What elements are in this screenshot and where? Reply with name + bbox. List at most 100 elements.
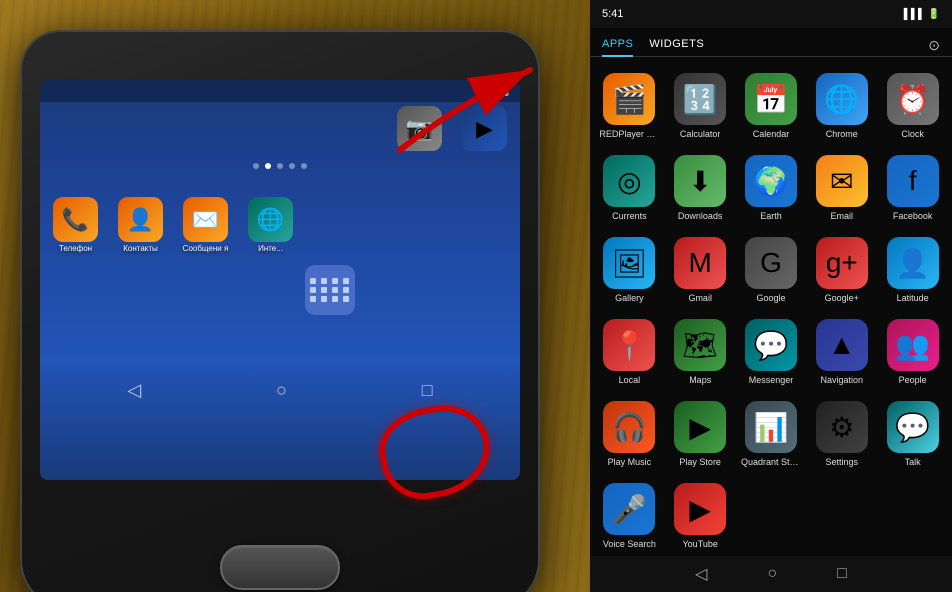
camera-icon: 📷: [397, 106, 442, 151]
app-icon-12: G: [745, 237, 797, 289]
app-item-navigation[interactable]: ▲ Navigation: [806, 311, 877, 393]
contacts-app[interactable]: 👤 Контакты: [113, 197, 168, 253]
app-item-google[interactable]: GGoogle: [736, 229, 807, 311]
app-icon-6: ⬇: [674, 155, 726, 207]
app-item-gallery[interactable]: 🖼 Gallery: [594, 229, 665, 311]
app-item-messenger[interactable]: 💬Messenger: [736, 311, 807, 393]
battery-icon: 🔋: [500, 86, 512, 97]
home-button[interactable]: ○: [276, 380, 287, 401]
app-item-youtube[interactable]: ▶YouTube: [665, 475, 736, 557]
page-dots: [40, 163, 520, 169]
messages-app[interactable]: ✉️ Сообщени я: [178, 197, 233, 253]
tab-widgets[interactable]: WIDGETS: [649, 34, 704, 56]
app-icon-18: ▲: [816, 319, 868, 371]
phone-label: Телефон: [59, 244, 92, 253]
internet-app[interactable]: 🌐 Инте...: [243, 197, 298, 253]
tablet-status-icons: ▐▐▐ 🔋: [900, 9, 940, 20]
app-icon-0: 🎬: [603, 73, 655, 125]
app-item-email[interactable]: ✉Email: [806, 147, 877, 229]
video-icon: ▶: [462, 106, 507, 151]
app-item-google+[interactable]: g+ Google+: [806, 229, 877, 311]
back-button[interactable]: ◁: [127, 380, 141, 401]
app-label-0: REDPlayer FREE: [599, 129, 659, 139]
app-icon-10: 🖼: [603, 237, 655, 289]
app-icon-4: ⏰: [887, 73, 939, 125]
app-item-play-music[interactable]: 🎧 Play Music: [594, 393, 665, 475]
app-icon-1: 🔢: [674, 73, 726, 125]
app-item-quadrant-standard[interactable]: 📊Quadrant Standard: [736, 393, 807, 475]
grid-dot: [332, 296, 338, 302]
app-label-9: Facebook: [893, 211, 933, 221]
app-item-latitude[interactable]: 👤Latitude: [877, 229, 948, 311]
tab-apps[interactable]: APPS: [602, 34, 633, 56]
apps-grid: 🎬 REDPlayer FREE 🔢 Calculator 📅 Calendar 🌐 Chro…: [590, 57, 952, 565]
right-panel: 5:41 ▐▐▐ 🔋 APPS WIDGETS ⊙ 🎬REDPlayer FRE…: [590, 0, 952, 592]
app-label-3: Chrome: [826, 129, 858, 139]
app-icon-3: 🌐: [816, 73, 868, 125]
app-item-talk[interactable]: 💬Talk: [877, 393, 948, 475]
app-item-clock[interactable]: ⏰ Clock: [877, 65, 948, 147]
app-label-15: Local: [619, 375, 641, 385]
app-item-local[interactable]: 📍Local: [594, 311, 665, 393]
grid-dot: [321, 296, 327, 302]
app-icon-13: g+: [816, 237, 868, 289]
app-label-23: Settings: [826, 457, 859, 467]
app-icon-2: 📅: [745, 73, 797, 125]
dot-3: [277, 163, 283, 169]
app-item-maps[interactable]: 🗺Maps: [665, 311, 736, 393]
messages-label: Сообщени я: [183, 244, 229, 253]
app-item-redplayer-free[interactable]: 🎬 REDPlayer FREE: [594, 65, 665, 147]
menu-button[interactable]: □: [422, 380, 433, 401]
app-label-7: Earth: [760, 211, 782, 221]
battery-icon: 🔋: [928, 9, 940, 20]
phone-nav-bar: ◁ ○ □: [60, 370, 500, 410]
app-drawer-button[interactable]: [305, 265, 355, 315]
app-label-1: Calculator: [680, 129, 721, 139]
tablet-nav-bar: ◁ ○ □: [590, 556, 952, 592]
app-item-settings[interactable]: ⚙Settings: [806, 393, 877, 475]
app-label-13: Google+: [825, 293, 859, 303]
grid-dot: [310, 296, 316, 302]
app-label-8: Email: [831, 211, 854, 221]
app-item-play-store[interactable]: ▶Play Store: [665, 393, 736, 475]
app-label-11: Gmail: [688, 293, 712, 303]
app-item-earth[interactable]: 🌍Earth: [736, 147, 807, 229]
recent-nav-button[interactable]: □: [837, 565, 847, 583]
app-label-4: Clock: [901, 129, 924, 139]
phone-icon: 📞: [53, 197, 98, 242]
app-item-currents[interactable]: ◎Currents: [594, 147, 665, 229]
grid-dot: [332, 287, 338, 293]
app-label-16: Maps: [689, 375, 711, 385]
app-label-10: Gallery: [615, 293, 644, 303]
phone-device: ▐▐▐ 🔋 📷 ▶: [20, 30, 540, 592]
app-icon-14: 👤: [887, 237, 939, 289]
app-item-chrome[interactable]: 🌐 Chrome: [806, 65, 877, 147]
app-item-calculator[interactable]: 🔢 Calculator: [665, 65, 736, 147]
home-nav-button[interactable]: ○: [767, 565, 777, 583]
app-label-18: Navigation: [821, 375, 864, 385]
dot-1: [253, 163, 259, 169]
app-icon-25: 🎤: [603, 483, 655, 535]
screen-top-row: 📷 ▶: [40, 102, 520, 155]
app-item-people[interactable]: 👥People: [877, 311, 948, 393]
search-icon[interactable]: ⊙: [928, 37, 940, 54]
app-label-2: Calendar: [753, 129, 790, 139]
app-item-voice-search[interactable]: 🎤Voice Search: [594, 475, 665, 557]
physical-home-button[interactable]: [220, 545, 340, 590]
screen-main-icons: 📞 Телефон 👤 Контакты ✉️ Сообщени я 🌐 Инт…: [40, 177, 520, 253]
app-item-downloads[interactable]: ⬇Downloads: [665, 147, 736, 229]
app-icon-20: 🎧: [603, 401, 655, 453]
status-bar: ▐▐▐ 🔋: [40, 80, 520, 102]
dot-5: [301, 163, 307, 169]
phone-app[interactable]: 📞 Телефон: [48, 197, 103, 253]
app-item-gmail[interactable]: MGmail: [665, 229, 736, 311]
app-label-20: Play Music: [608, 457, 652, 467]
back-nav-button[interactable]: ◁: [695, 564, 707, 584]
app-item-calendar[interactable]: 📅 Calendar: [736, 65, 807, 147]
app-item-facebook[interactable]: fFacebook: [877, 147, 948, 229]
app-icon-17: 💬: [745, 319, 797, 371]
app-icon-24: 💬: [887, 401, 939, 453]
internet-icon: 🌐: [248, 197, 293, 242]
dot-4: [289, 163, 295, 169]
app-icon-22: 📊: [745, 401, 797, 453]
